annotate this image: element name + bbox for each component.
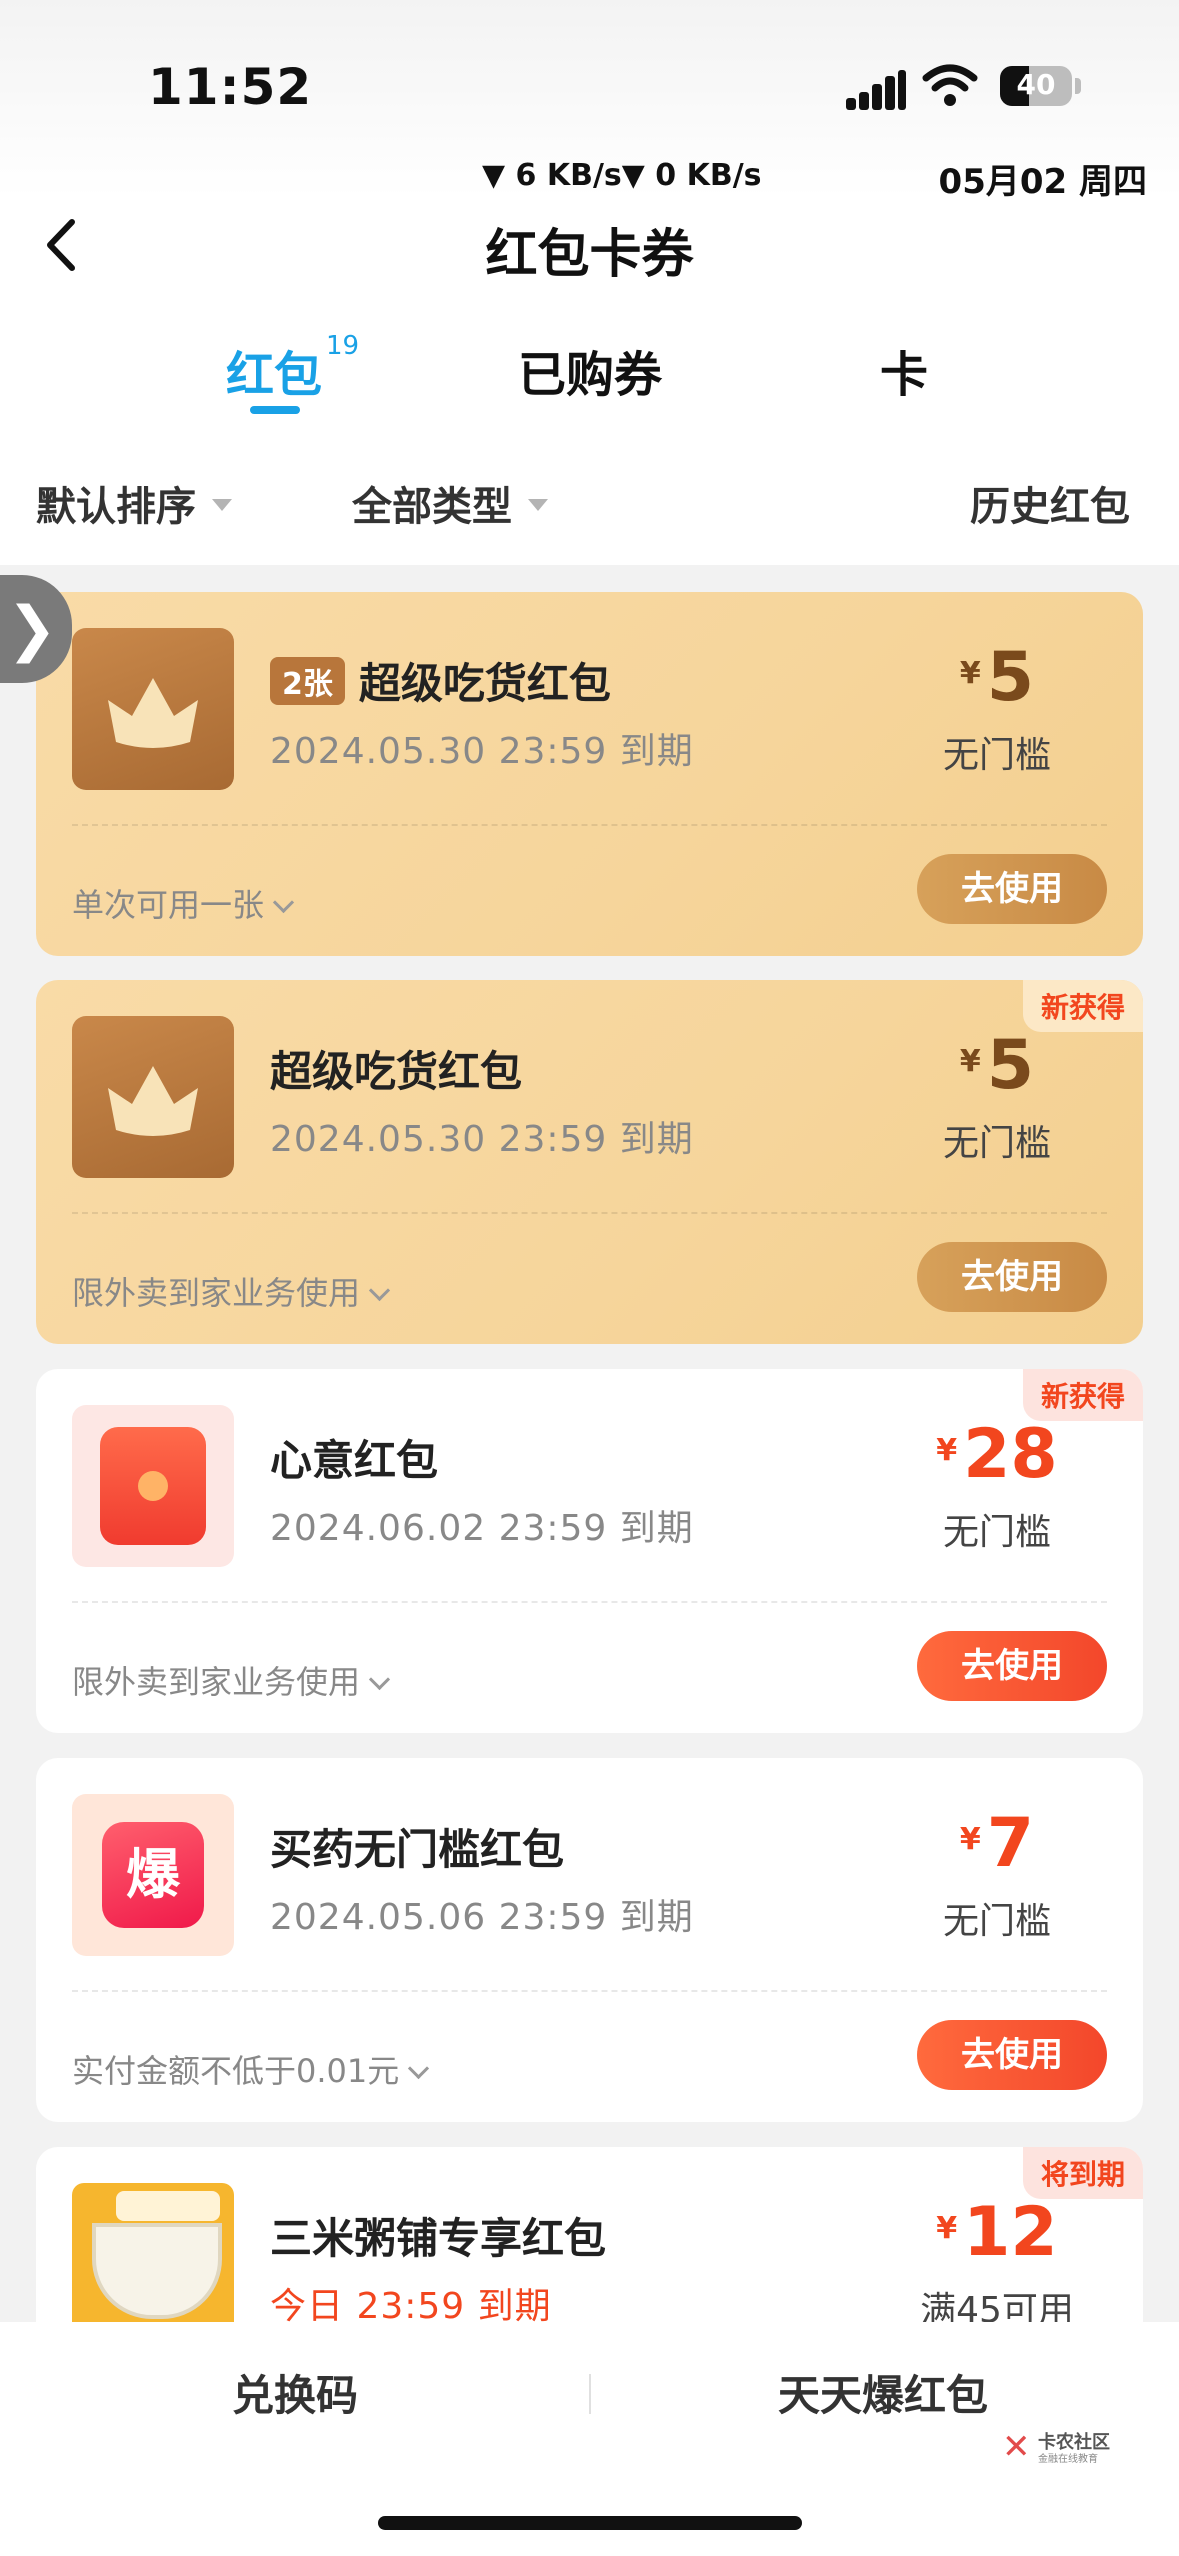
crown-icon bbox=[108, 678, 198, 748]
cellular-signal-icon bbox=[846, 70, 906, 110]
watermark-subtitle: 金融在线教育 bbox=[1038, 2454, 1098, 2465]
tab-badge: 19 bbox=[326, 331, 360, 361]
dashed-divider bbox=[72, 824, 1107, 826]
divider bbox=[589, 2374, 591, 2414]
network-speed: ▼ 6 KB/s▼ 0 KB/s bbox=[482, 158, 762, 193]
coupon-amount: ¥5 bbox=[959, 638, 1035, 717]
coupon-expiry: 2024.05.30 23:59 到期 bbox=[270, 731, 694, 772]
home-indicator[interactable] bbox=[378, 2516, 802, 2530]
count-badge: 2张 bbox=[270, 656, 345, 705]
coupon-condition: 无门槛 bbox=[942, 1901, 1051, 1942]
shop-banner bbox=[116, 2191, 220, 2221]
battery-level: 40 bbox=[1016, 68, 1056, 101]
new-tag: 新获得 bbox=[1022, 1369, 1143, 1421]
coupon-expiry: 2024.05.06 23:59 到期 bbox=[270, 1897, 694, 1938]
chevron-down-icon bbox=[368, 1279, 391, 1302]
tab-active-indicator bbox=[250, 406, 300, 414]
coupon-name: 三米粥铺专享红包 bbox=[270, 2214, 607, 2263]
coupon-thumb bbox=[72, 628, 234, 790]
coupon-name: 买药无门槛红包 bbox=[270, 1825, 565, 1874]
coupon-note[interactable]: 限外卖到家业务使用 bbox=[72, 1657, 391, 1703]
coupon-note[interactable]: 实付金额不低于0.01元 bbox=[72, 2046, 430, 2092]
coupon-name: 心意红包 bbox=[270, 1436, 439, 1485]
redeem-code-button[interactable]: 兑换码 bbox=[232, 2362, 358, 2423]
coupon-condition: 无门槛 bbox=[942, 1512, 1051, 1553]
page-title: 红包卡券 bbox=[485, 225, 694, 285]
coupon-condition: 无门槛 bbox=[942, 1123, 1051, 1164]
coupon-amount: ¥7 bbox=[959, 1804, 1035, 1883]
use-button[interactable]: 去使用 bbox=[917, 1631, 1107, 1701]
use-button[interactable]: 去使用 bbox=[917, 1242, 1107, 1312]
coupon-amount: ¥12 bbox=[936, 2193, 1058, 2272]
use-button[interactable]: 去使用 bbox=[917, 2020, 1107, 2090]
wifi-icon bbox=[922, 64, 978, 106]
boom-icon: 爆 bbox=[102, 1822, 204, 1928]
type-dropdown[interactable]: 全部类型 bbox=[352, 474, 548, 532]
coupon-amount: ¥5 bbox=[959, 1026, 1035, 1105]
coupon-note[interactable]: 限外卖到家业务使用 bbox=[72, 1268, 391, 1314]
chevron-down-icon bbox=[368, 1668, 391, 1691]
coupon-condition: 无门槛 bbox=[942, 735, 1051, 776]
congee-bowl-image bbox=[92, 2223, 222, 2319]
red-packet-icon bbox=[100, 1427, 206, 1545]
tab-label: 红包 bbox=[226, 347, 323, 403]
dashed-divider bbox=[72, 1601, 1107, 1603]
expiring-tag: 将到期 bbox=[1022, 2147, 1143, 2199]
chevron-down-icon bbox=[272, 891, 295, 914]
dashed-divider bbox=[72, 1212, 1107, 1214]
watermark-logo-icon: ✕ bbox=[1002, 2427, 1031, 2467]
status-date: 05月02 周四 bbox=[938, 162, 1147, 202]
caret-down-icon bbox=[212, 499, 232, 511]
sort-label: 默认排序 bbox=[36, 484, 196, 530]
tab-cards[interactable]: 卡 bbox=[880, 335, 928, 405]
tab-red-packet[interactable]: 红包19 bbox=[226, 331, 359, 405]
coupon-expiry: 2024.06.02 23:59 到期 bbox=[270, 1508, 694, 1549]
coupon-name-row: 2张 超级吃货红包 bbox=[270, 650, 611, 711]
battery-icon: 40 bbox=[1000, 66, 1072, 106]
caret-down-icon bbox=[528, 499, 548, 511]
battery-tip bbox=[1075, 78, 1081, 94]
coupon-card[interactable]: 爆 买药无门槛红包 2024.05.06 23:59 到期 ¥7 无门槛 实付金… bbox=[36, 1758, 1143, 2122]
daily-red-packet-button[interactable]: 天天爆红包 bbox=[778, 2362, 988, 2423]
coupon-thumb: 爆 bbox=[72, 1794, 234, 1956]
coupon-amount: ¥28 bbox=[936, 1415, 1058, 1494]
status-time: 11:52 bbox=[148, 58, 313, 116]
coupon-card[interactable]: 新获得 心意红包 2024.06.02 23:59 到期 ¥28 无门槛 限外卖… bbox=[36, 1369, 1143, 1733]
history-link[interactable]: 历史红包 bbox=[970, 474, 1130, 532]
dashed-divider bbox=[72, 1990, 1107, 1992]
coupon-card[interactable]: 2张 超级吃货红包 2024.05.30 23:59 到期 ¥5 无门槛 单次可… bbox=[36, 592, 1143, 956]
coupon-expiry: 2024.05.30 23:59 到期 bbox=[270, 1119, 694, 1160]
coupon-card[interactable]: 新获得 超级吃货红包 2024.05.30 23:59 到期 ¥5 无门槛 限外… bbox=[36, 980, 1143, 1344]
coupon-name: 超级吃货红包 bbox=[358, 659, 611, 708]
type-label: 全部类型 bbox=[352, 484, 512, 530]
watermark: ✕ 卡农社区 金融在线教育 bbox=[1002, 2428, 1142, 2468]
crown-icon bbox=[108, 1066, 198, 1136]
new-tag: 新获得 bbox=[1022, 980, 1143, 1032]
coupon-thumb bbox=[72, 1016, 234, 1178]
chevron-down-icon bbox=[408, 2057, 430, 2080]
tab-purchased-coupons[interactable]: 已购券 bbox=[518, 335, 662, 405]
sort-dropdown[interactable]: 默认排序 bbox=[36, 474, 232, 532]
use-button[interactable]: 去使用 bbox=[917, 854, 1107, 924]
shop-logo bbox=[72, 2183, 234, 2345]
coupon-name: 超级吃货红包 bbox=[270, 1047, 523, 1096]
coupon-thumb bbox=[72, 1405, 234, 1567]
coupon-note[interactable]: 单次可用一张 bbox=[72, 880, 295, 926]
